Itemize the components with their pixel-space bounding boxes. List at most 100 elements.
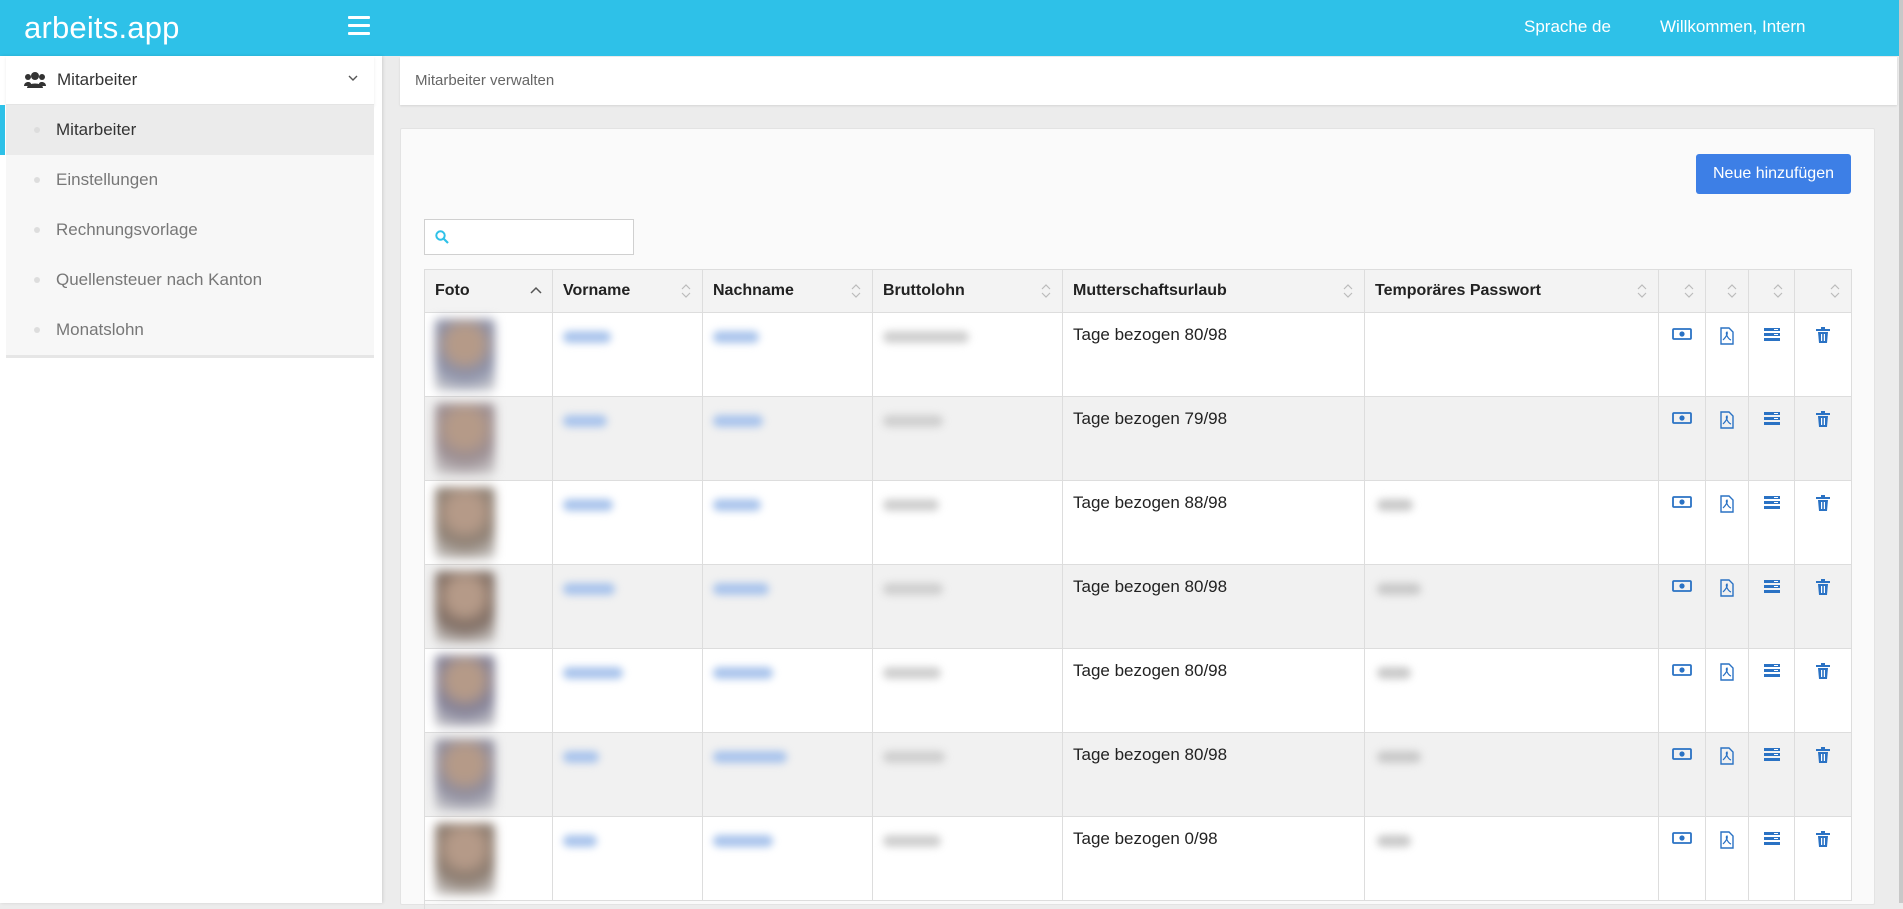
- action-cell[interactable]: [1795, 649, 1852, 732]
- table-row: Tage bezogen 88/98: [425, 481, 1852, 565]
- action-cell[interactable]: [1659, 817, 1706, 900]
- action-cell[interactable]: [1795, 733, 1852, 816]
- action-cell[interactable]: [1795, 565, 1852, 648]
- col-header-mutterschaftsurlaub[interactable]: Mutterschaftsurlaub: [1063, 270, 1365, 312]
- sidebar-item-einstellungen[interactable]: Einstellungen: [6, 155, 374, 205]
- breadcrumb-text: Mitarbeiter verwalten: [415, 72, 555, 89]
- cell-temp-password: [1365, 481, 1659, 564]
- cell-foto: [425, 481, 553, 564]
- avatar: [435, 823, 495, 895]
- sidebar-item-rechnungsvorlage[interactable]: Rechnungsvorlage: [6, 205, 374, 255]
- action-cell[interactable]: [1749, 397, 1795, 480]
- sidebar-item-mitarbeiter[interactable]: Mitarbeiter: [0, 105, 374, 155]
- col-header-action-1[interactable]: [1659, 270, 1706, 312]
- bullet-icon: [34, 127, 40, 133]
- col-header-temporaeres-passwort[interactable]: Temporäres Passwort: [1365, 270, 1659, 312]
- cell-bruttolohn: [873, 565, 1063, 648]
- cell-nachname[interactable]: [703, 649, 873, 732]
- action-cell[interactable]: [1706, 397, 1749, 480]
- redacted-text: [883, 667, 941, 679]
- action-cell[interactable]: [1795, 397, 1852, 480]
- cell-bruttolohn: [873, 313, 1063, 396]
- action-cell[interactable]: [1706, 565, 1749, 648]
- col-header-bruttolohn[interactable]: Bruttolohn: [873, 270, 1063, 312]
- employee-panel: Neue hinzufügen Foto Vorname Nachname Br…: [400, 128, 1875, 909]
- chevron-down-icon[interactable]: [348, 73, 358, 83]
- cell-temp-password: [1365, 817, 1659, 900]
- user-menu[interactable]: Willkommen, Intern: [1660, 17, 1805, 37]
- col-header-action-4[interactable]: [1795, 270, 1852, 312]
- cell-vorname[interactable]: [553, 313, 703, 396]
- action-cell[interactable]: [1749, 817, 1795, 900]
- action-cell[interactable]: [1706, 481, 1749, 564]
- cell-nachname[interactable]: [703, 817, 873, 900]
- action-cell[interactable]: [1749, 733, 1795, 816]
- table-row: Tage bezogen 80/98: [425, 313, 1852, 397]
- search-input[interactable]: [457, 220, 631, 256]
- menu-toggle-icon[interactable]: [348, 16, 370, 38]
- action-cell[interactable]: [1749, 481, 1795, 564]
- redacted-text: [883, 415, 943, 427]
- col-header-foto[interactable]: Foto: [425, 270, 553, 312]
- action-cell[interactable]: [1659, 397, 1706, 480]
- cell-foto: [425, 817, 553, 900]
- cell-vorname[interactable]: [553, 397, 703, 480]
- action-cell[interactable]: [1706, 817, 1749, 900]
- sidebar-item-monatslohn[interactable]: Monatslohn: [6, 305, 374, 355]
- cell-nachname[interactable]: [703, 565, 873, 648]
- action-cell[interactable]: [1659, 313, 1706, 396]
- cell-vorname[interactable]: [553, 817, 703, 900]
- sidebar-section-employees[interactable]: Mitarbeiter: [6, 56, 374, 105]
- cell-nachname[interactable]: [703, 733, 873, 816]
- redacted-text: [713, 499, 761, 511]
- sidebar: Mitarbeiter Mitarbeiter Einstellungen Re…: [0, 56, 382, 903]
- table-row: Tage bezogen 80/98: [425, 649, 1852, 733]
- redacted-text: [563, 331, 611, 343]
- sort-icon: [681, 284, 691, 298]
- cell-foto: [425, 733, 553, 816]
- redacted-text: [1377, 583, 1421, 595]
- sort-icon: [1343, 284, 1353, 298]
- action-cell[interactable]: [1706, 733, 1749, 816]
- cell-nachname[interactable]: [703, 313, 873, 396]
- cell-mutterschaftsurlaub: Tage bezogen 79/98: [1063, 397, 1365, 480]
- cell-vorname[interactable]: [553, 565, 703, 648]
- cell-vorname[interactable]: [553, 733, 703, 816]
- employee-table: Foto Vorname Nachname Bruttolohn Mutters…: [424, 269, 1852, 909]
- action-cell[interactable]: [1659, 649, 1706, 732]
- action-cell[interactable]: [1795, 313, 1852, 396]
- page-scrollbar[interactable]: [1899, 0, 1903, 903]
- col-header-vorname[interactable]: Vorname: [553, 270, 703, 312]
- maternity-days: Tage bezogen 80/98: [1073, 577, 1228, 596]
- action-cell[interactable]: [1749, 649, 1795, 732]
- bullet-icon: [34, 277, 40, 283]
- table-row: Tage bezogen 80/98: [425, 733, 1852, 817]
- cell-mutterschaftsurlaub: Tage bezogen 88/98: [1063, 481, 1365, 564]
- sort-icon: [1684, 284, 1694, 298]
- action-cell[interactable]: [1706, 313, 1749, 396]
- action-cell[interactable]: [1706, 649, 1749, 732]
- cell-vorname[interactable]: [553, 481, 703, 564]
- col-header-action-2[interactable]: [1706, 270, 1749, 312]
- cell-bruttolohn: [873, 481, 1063, 564]
- brand-logo[interactable]: arbeits.app: [24, 8, 180, 48]
- action-cell[interactable]: [1749, 313, 1795, 396]
- action-cell[interactable]: [1749, 565, 1795, 648]
- action-cell[interactable]: [1659, 733, 1706, 816]
- cell-nachname[interactable]: [703, 481, 873, 564]
- cell-mutterschaftsurlaub: Tage bezogen 80/98: [1063, 733, 1365, 816]
- action-cell[interactable]: [1659, 481, 1706, 564]
- action-cell[interactable]: [1795, 817, 1852, 900]
- action-cell[interactable]: [1795, 481, 1852, 564]
- sidebar-submenu: Mitarbeiter Einstellungen Rechnungsvorla…: [0, 105, 374, 358]
- cell-vorname[interactable]: [553, 649, 703, 732]
- sidebar-item-quellensteuer[interactable]: Quellensteuer nach Kanton: [6, 255, 374, 305]
- bullet-icon: [34, 177, 40, 183]
- col-header-action-3[interactable]: [1749, 270, 1795, 312]
- col-header-nachname[interactable]: Nachname: [703, 270, 873, 312]
- language-selector[interactable]: Sprache de: [1524, 17, 1611, 37]
- action-cell[interactable]: [1659, 565, 1706, 648]
- cell-nachname[interactable]: [703, 397, 873, 480]
- cell-temp-password: [1365, 649, 1659, 732]
- add-new-button[interactable]: Neue hinzufügen: [1696, 154, 1851, 194]
